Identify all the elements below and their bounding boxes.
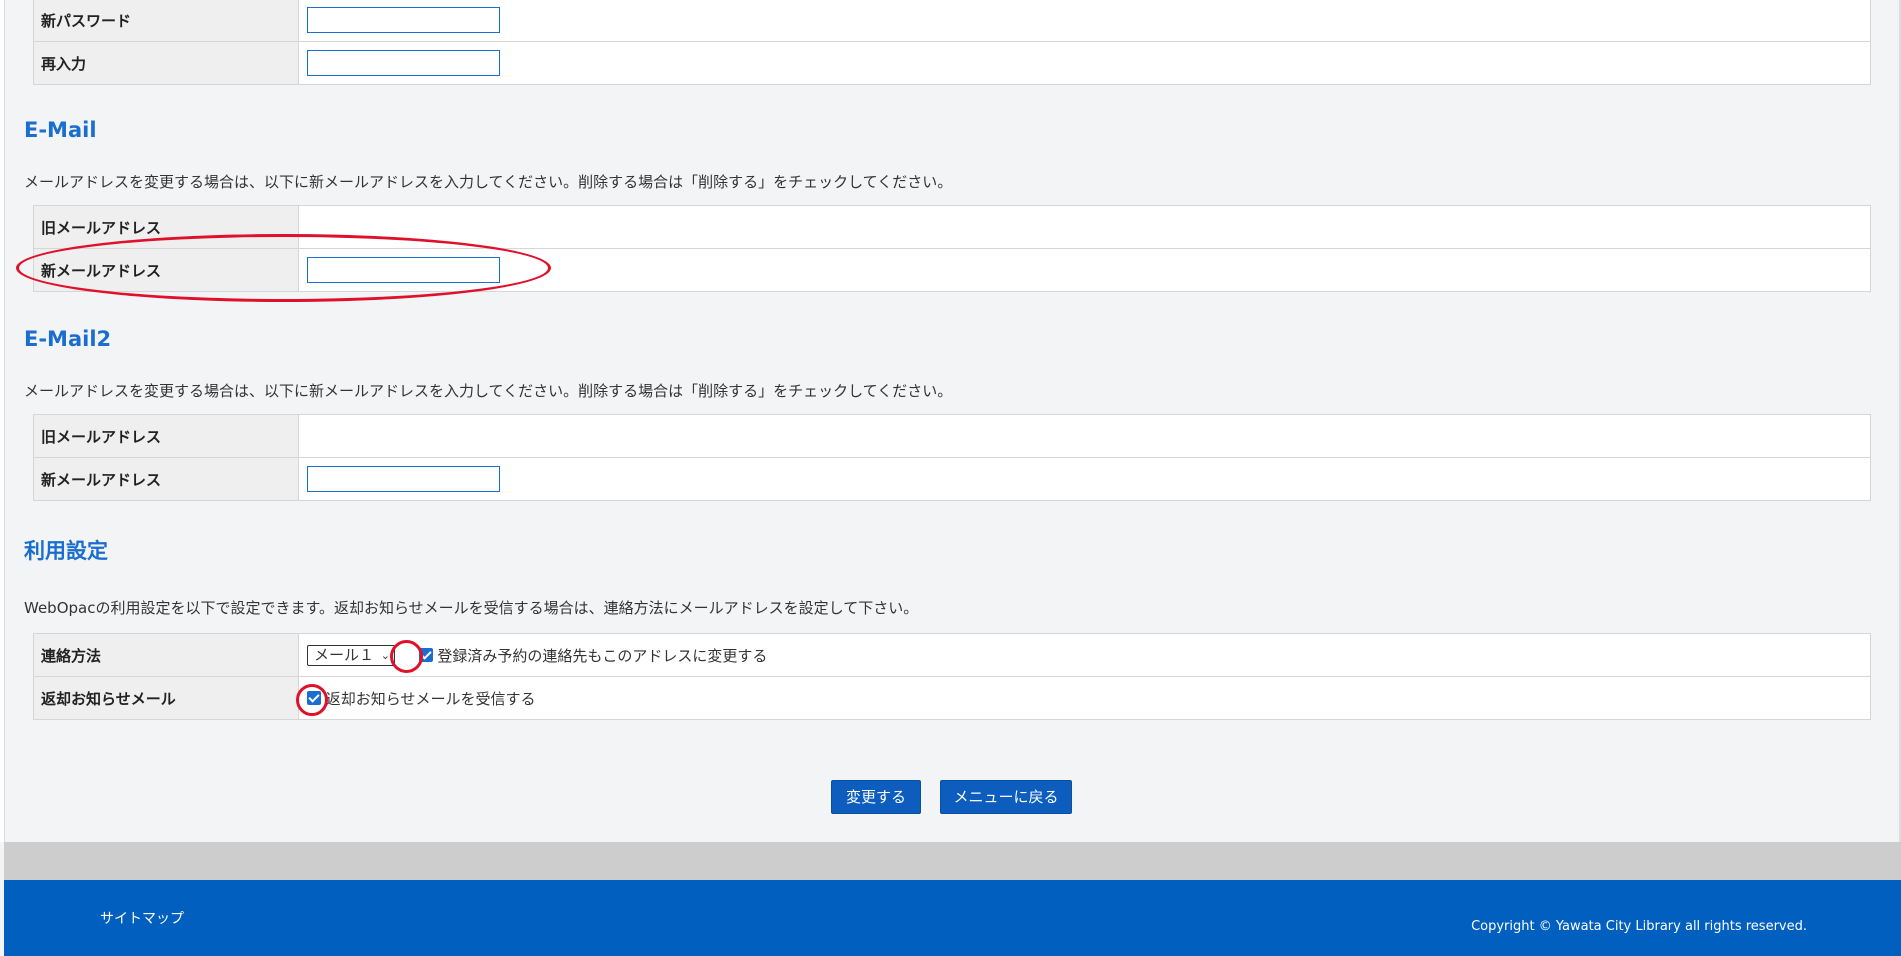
update-reservation-contact-label: 登録済み予約の連絡先もこのアドレスに変更する bbox=[437, 646, 768, 665]
new-password-label: 新パスワード bbox=[33, 0, 299, 42]
new-password-input[interactable] bbox=[307, 7, 500, 33]
back-to-menu-button[interactable]: メニューに戻る bbox=[940, 780, 1072, 814]
copyright: Copyright © Yawata City Library all righ… bbox=[1471, 919, 1807, 934]
email2-description: メールアドレスを変更する場合は、以下に新メールアドレスを入力してください。削除す… bbox=[24, 382, 953, 400]
password-table: 新パスワード 再入力 bbox=[33, 0, 1871, 85]
old-email2-value bbox=[298, 414, 1871, 458]
new-email2-label: 新メールアドレス bbox=[33, 457, 299, 501]
email2-table: 旧メールアドレス 新メールアドレス bbox=[33, 414, 1871, 501]
chevron-down-icon: ⌄ bbox=[380, 648, 390, 662]
new-email-input[interactable] bbox=[307, 257, 500, 283]
update-reservation-contact-checkbox[interactable] bbox=[418, 648, 433, 662]
submit-button[interactable]: 変更する bbox=[831, 780, 921, 814]
usage-heading: 利用設定 bbox=[24, 539, 108, 563]
footer-gray-bar bbox=[4, 842, 1901, 880]
usage-table: 連絡方法 メール１ ⌄ 登録済み予約の連絡先もこのアドレスに変更する 返却お知らせ… bbox=[33, 633, 1871, 720]
old-email-value bbox=[298, 205, 1871, 249]
reenter-password-input[interactable] bbox=[307, 50, 500, 76]
email2-heading: E-Mail2 bbox=[24, 327, 112, 351]
return-notice-checkbox[interactable] bbox=[307, 691, 321, 705]
email-table: 旧メールアドレス 新メールアドレス bbox=[33, 205, 1871, 292]
new-email-label: 新メールアドレス bbox=[33, 248, 299, 292]
email-heading: E-Mail bbox=[24, 118, 97, 142]
left-border bbox=[0, 0, 5, 842]
sitemap-link[interactable]: サイトマップ bbox=[100, 908, 184, 928]
contact-method-value: メール１ bbox=[314, 645, 375, 664]
old-email2-label: 旧メールアドレス bbox=[33, 414, 299, 458]
return-notice-checkbox-label: 返却お知らせメールを受信する bbox=[325, 689, 536, 708]
old-email-label: 旧メールアドレス bbox=[33, 205, 299, 249]
reenter-password-label: 再入力 bbox=[33, 41, 299, 85]
new-email2-input[interactable] bbox=[307, 466, 500, 492]
email-description: メールアドレスを変更する場合は、以下に新メールアドレスを入力してください。削除す… bbox=[24, 173, 953, 191]
contact-method-select[interactable]: メール１ ⌄ bbox=[307, 644, 395, 666]
return-notice-label: 返却お知らせメール bbox=[33, 676, 299, 720]
contact-method-label: 連絡方法 bbox=[33, 633, 299, 677]
usage-description: WebOpacの利用設定を以下で設定できます。返却お知らせメールを受信する場合は… bbox=[24, 599, 919, 617]
footer: サイトマップ Copyright © Yawata City Library a… bbox=[4, 880, 1901, 956]
